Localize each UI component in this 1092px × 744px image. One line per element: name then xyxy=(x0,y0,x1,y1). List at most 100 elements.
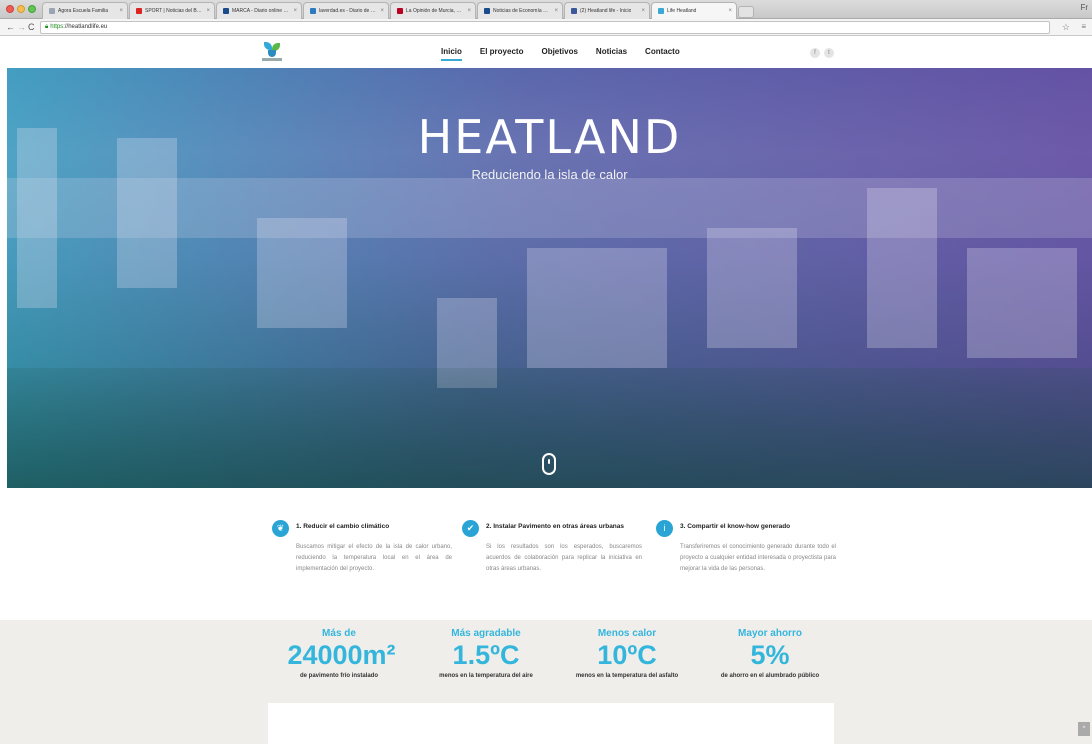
building-shape xyxy=(967,248,1077,358)
menu-icon[interactable]: ≡ xyxy=(1081,22,1086,31)
browser-tab[interactable]: SPORT | Noticias del Barça × xyxy=(129,2,215,19)
favicon-icon xyxy=(136,8,142,14)
close-icon[interactable]: × xyxy=(380,3,384,19)
tab-label: SPORT | Noticias del Barça xyxy=(145,8,202,14)
objective-title: 2. Instalar Pavimento en otras áreas urb… xyxy=(486,523,625,530)
tab-label: La Opinión de Murcia, dia... xyxy=(406,8,463,14)
favicon-icon xyxy=(310,8,316,14)
stat-description: menos en la temperatura del aire xyxy=(439,673,533,679)
stat-label: Más de xyxy=(322,628,356,639)
browser-tab[interactable]: laverdad.es - Diario de M... × xyxy=(303,2,389,19)
stat-item: Mayor ahorro 5% de ahorro en el alumbrad… xyxy=(700,628,840,679)
objective-title: 3. Compartir el know-how generado xyxy=(680,523,791,530)
stat-label: Menos calor xyxy=(597,628,657,639)
browser-tab[interactable]: Noticias de Economía Ru... × xyxy=(477,2,563,19)
browser-tab[interactable]: Agora Escuela Familia × xyxy=(42,2,128,19)
tab-label: Noticias de Economía Ru... xyxy=(493,8,550,14)
leaf-icon: ❦ xyxy=(272,520,289,537)
favicon-icon xyxy=(223,8,229,14)
lock-icon: 🔒︎ xyxy=(45,24,49,30)
nav-inicio[interactable]: Inicio xyxy=(441,47,462,61)
scroll-down-mouse-icon[interactable] xyxy=(542,453,556,475)
objective-text: Si los resultados son los esperados, bus… xyxy=(486,544,642,572)
stat-description: de ahorro en el alumbrado público xyxy=(720,673,820,679)
close-icon[interactable]: × xyxy=(641,3,645,19)
nav-noticias[interactable]: Noticias xyxy=(596,47,627,56)
stat-item: Menos calor 10ºC menos en la temperatura… xyxy=(557,628,697,679)
stat-item: Más de 24000m² de pavimento frío instala… xyxy=(269,628,409,679)
heatland-logo[interactable] xyxy=(262,41,282,63)
tab-label: Life Heatland xyxy=(667,8,697,14)
stat-value: 24000m² xyxy=(287,640,396,670)
address-bar[interactable]: 🔒︎ https://heatlandlife.eu xyxy=(40,21,1050,34)
nav-el-proyecto[interactable]: El proyecto xyxy=(480,47,524,56)
logo-leaf-icon xyxy=(268,50,276,57)
maximize-window-button[interactable] xyxy=(28,5,36,13)
stat-value: 5% xyxy=(750,640,790,670)
favicon-icon xyxy=(571,8,577,14)
close-icon[interactable]: × xyxy=(728,3,732,19)
check-icon: ✔ xyxy=(462,520,479,537)
favicon-icon xyxy=(658,8,664,14)
browser-tab[interactable]: (2) Heatland life - Inicio × xyxy=(564,2,650,19)
close-icon[interactable]: × xyxy=(293,3,297,19)
close-icon[interactable]: × xyxy=(554,3,558,19)
browser-tabs: Agora Escuela Familia × SPORT | Noticias … xyxy=(42,2,754,19)
objective-text: Buscamos mitigar el efecto de la isla de… xyxy=(296,544,452,572)
close-icon[interactable]: × xyxy=(206,3,210,19)
stat-label: Más agradable xyxy=(451,628,521,639)
logo-wordmark xyxy=(262,58,282,61)
hero-title: HEATLAND xyxy=(417,110,682,164)
nav-contacto[interactable]: Contacto xyxy=(645,47,680,56)
stat-label: Mayor ahorro xyxy=(738,628,802,639)
tab-label: Agora Escuela Familia xyxy=(58,8,109,14)
hero-subtitle: Reduciendo la isla de calor xyxy=(471,167,628,182)
profile-label[interactable]: Fr xyxy=(1080,3,1088,12)
tab-label: (2) Heatland life - Inicio xyxy=(580,8,632,14)
building-shape xyxy=(707,228,797,348)
tab-label: laverdad.es - Diario de M... xyxy=(319,8,376,14)
stat-value: 10ºC xyxy=(597,640,657,670)
browser-tab[interactable]: La Opinión de Murcia, dia... × xyxy=(390,2,476,19)
stat-description: de pavimento frío instalado xyxy=(299,673,378,679)
back-arrow-icon[interactable]: ← xyxy=(6,21,15,33)
building-shape xyxy=(867,188,937,348)
url-text: ://heatlandlife.eu xyxy=(63,24,108,30)
favicon-icon xyxy=(484,8,490,14)
stat-value: 1.5ºC xyxy=(452,640,520,670)
stat-item: Más agradable 1.5ºC menos en la temperat… xyxy=(416,628,556,679)
reload-icon[interactable]: C xyxy=(28,21,35,33)
new-tab-button[interactable] xyxy=(738,6,754,18)
browser-toolbar: ← → C 🔒︎ https://heatlandlife.eu ☆ ≡ xyxy=(0,19,1092,36)
logo-leaf-icon xyxy=(264,42,272,50)
close-window-button[interactable] xyxy=(6,5,14,13)
url-protocol: https xyxy=(50,24,64,30)
hero-banner: HEATLAND Reduciendo la isla de calor xyxy=(7,68,1092,488)
forward-arrow-icon[interactable]: → xyxy=(17,21,26,33)
mouse-wheel xyxy=(548,459,550,464)
browser-tab-active[interactable]: Life Heatland × xyxy=(651,2,737,19)
close-icon[interactable]: × xyxy=(119,3,123,19)
close-icon[interactable]: × xyxy=(467,3,471,19)
minimize-window-button[interactable] xyxy=(17,5,25,13)
site-header: Inicio El proyecto Objetivos Noticias Co… xyxy=(0,37,1092,68)
facebook-icon[interactable]: f xyxy=(810,48,820,58)
building-shape xyxy=(527,248,667,368)
scroll-to-top-button[interactable]: ^ xyxy=(1078,722,1090,736)
main-navigation: Inicio El proyecto Objetivos Noticias Co… xyxy=(441,47,698,61)
stat-description: menos en la temperatura del asfalto xyxy=(575,673,679,679)
tab-label: MARCA - Diario online lí... xyxy=(232,8,289,14)
browser-tab[interactable]: MARCA - Diario online lí... × xyxy=(216,2,302,19)
favicon-icon xyxy=(397,8,403,14)
objective-title: 1. Reducir el cambio climático xyxy=(296,523,390,530)
favicon-icon xyxy=(49,8,55,14)
stats-section: Más de 24000m² de pavimento frío instala… xyxy=(0,620,1092,744)
objective-text: Transferiremos el conocimiento generado … xyxy=(680,544,836,572)
twitter-icon[interactable]: t xyxy=(824,48,834,58)
nav-objetivos[interactable]: Objetivos xyxy=(541,47,577,56)
content-panel xyxy=(268,703,834,744)
info-icon: i xyxy=(656,520,673,537)
building-shape xyxy=(257,218,347,328)
bookmark-star-icon[interactable]: ☆ xyxy=(1062,22,1070,33)
browser-tab-bar: Agora Escuela Familia × SPORT | Noticias … xyxy=(0,0,1092,19)
